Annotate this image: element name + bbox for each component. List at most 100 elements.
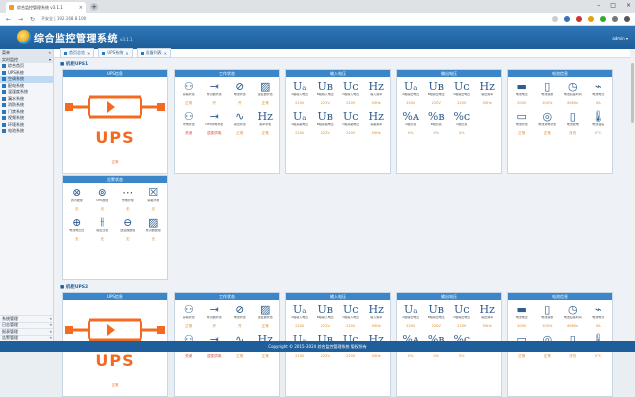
- extensions-bar: [552, 16, 630, 22]
- metric-cell: ⊗ 通讯故障无: [64, 185, 90, 213]
- ups-graphic: [65, 95, 165, 119]
- metric-value: 220V: [295, 131, 305, 135]
- metric-cell: ⇥UPS供电状态逆变供电: [202, 109, 228, 137]
- metric-value: 无: [100, 207, 105, 211]
- metric-icon: ⫲: [100, 215, 105, 228]
- close-icon[interactable]: ×: [164, 51, 167, 56]
- metric-label: 电池电流: [592, 316, 605, 319]
- metric-label: C相负载: [456, 123, 468, 126]
- panel-row: ▬ 电池电压 200V ▯ 电池容量 100% ◷ 电池后备时间 60Min ⌁ 电池电流 0A: [508, 77, 612, 107]
- sidebar-item-label: 电池系统: [8, 128, 24, 133]
- metric-value: 220V: [406, 101, 416, 105]
- metric-value: 0%: [407, 131, 414, 135]
- menu-item-icon: [2, 96, 6, 101]
- menu-icon[interactable]: [624, 16, 630, 22]
- metric-cell: ▯电池放电浮充: [560, 109, 586, 137]
- breadcrumb-tab[interactable]: 首页总览 ×: [60, 48, 95, 58]
- panel-title: 电池信息: [508, 70, 612, 77]
- metric-label: A相输入电压: [291, 93, 309, 96]
- metric-cell: UᴄC相旁路电压 220V: [338, 109, 364, 137]
- metric-value: 220V: [457, 324, 467, 328]
- metric-label: 逆变器故障: [120, 229, 136, 232]
- metric-icon: Uᴄ: [343, 302, 359, 316]
- panel-title: 输入电压: [286, 70, 390, 77]
- metric-cell: UₐA相旁路电压 220V: [287, 109, 313, 137]
- metric-label: 逆变器状态: [257, 316, 273, 319]
- new-tab-button[interactable]: +: [90, 3, 98, 11]
- metric-value: 221V: [320, 324, 330, 328]
- metric-cell: Uᴄ C相输入电压 220V: [338, 302, 364, 330]
- metric-value: 无: [151, 237, 156, 241]
- metric-label: 市电状态: [182, 123, 195, 126]
- back-icon[interactable]: ←: [5, 16, 12, 23]
- metric-cell: Uʙ B相输出电压 220V: [424, 302, 450, 330]
- close-tab-icon[interactable]: ×: [79, 5, 83, 11]
- sidebar-section-label: 实时监控: [2, 57, 18, 62]
- scrollbar[interactable]: [630, 49, 635, 341]
- metric-value: 0A: [595, 101, 601, 105]
- metric-value: 无: [74, 237, 79, 241]
- metric-value: 220V: [295, 324, 305, 328]
- profile-icon[interactable]: [612, 16, 618, 22]
- metric-icon: ▯: [544, 302, 551, 316]
- metric-cell: ◷ 电池后备时间 60Min: [560, 302, 586, 330]
- metric-cell: ▨ 整流器故障无: [141, 215, 167, 243]
- app-header: 综合监控管理系统 v3.1.1 admin ▾: [0, 26, 635, 49]
- sidebar-item[interactable]: 电池系统: [0, 128, 53, 135]
- star-icon[interactable]: [552, 16, 558, 22]
- user-menu[interactable]: admin ▾: [612, 36, 628, 41]
- metric-icon: Uᴄ: [454, 79, 470, 93]
- metric-value: 无: [125, 207, 130, 211]
- close-icon[interactable]: ×: [87, 51, 90, 56]
- metric-label: 电池容量: [541, 316, 554, 319]
- close-icon[interactable]: ×: [125, 51, 128, 56]
- scrollbar-thumb[interactable]: [631, 63, 634, 123]
- metric-label: 市电异常: [121, 199, 134, 202]
- panel-title: 输出电压: [397, 70, 501, 77]
- panel-ups: UPS信息 UPS 正常: [62, 69, 168, 174]
- extension-icon[interactable]: [588, 16, 594, 22]
- metric-label: 输出频率: [481, 93, 494, 96]
- metric-label: B相输入电压: [316, 316, 334, 319]
- metric-value: 220V: [406, 324, 416, 328]
- metric-cell: Uₐ A相输出电压 220V: [398, 79, 424, 107]
- extension-icon[interactable]: [576, 16, 582, 22]
- metric-value: 220V: [295, 354, 305, 358]
- reload-icon[interactable]: ↻: [29, 16, 36, 23]
- metric-value: 关闭: [185, 131, 193, 135]
- metric-cell: ▨ 逆变器状态 正常: [253, 302, 279, 330]
- metric-cell: [475, 109, 501, 137]
- metric-label: 整流器状态: [206, 316, 222, 319]
- collapse-icon[interactable]: «: [49, 49, 51, 56]
- metric-icon: ⋯: [122, 185, 134, 199]
- metric-icon: %ᴄ: [453, 109, 471, 123]
- browser-tab[interactable]: 综合监控管理系统 v3.1.1 ×: [6, 2, 86, 13]
- address-bar: ← → ↻ 不安全 | 192.168.8.100: [0, 13, 635, 26]
- metric-cell: ▭电池状态正常: [509, 109, 535, 137]
- metric-icon: Uᴄ: [454, 302, 470, 316]
- metric-value: 正常: [236, 354, 244, 358]
- forward-icon[interactable]: →: [17, 16, 24, 23]
- metric-value: 无: [100, 237, 105, 241]
- panel-title: 告警状态: [63, 176, 167, 183]
- close-window-icon[interactable]: ×: [626, 2, 631, 9]
- url-field[interactable]: 不安全 | 192.168.8.100: [41, 16, 86, 22]
- panel-alarm: 告警状态 ⊗ 通讯故障无 ⊚ UPS故障无 ⋯ 市电异常无 ☒ 旁路异常无 ⊕ 电池电压低无 ⫲ 输出过…: [62, 175, 168, 280]
- extension-icon[interactable]: [600, 16, 606, 22]
- menu-item-icon: [2, 116, 6, 121]
- panel-title: UPS信息: [63, 293, 167, 300]
- metric-icon: ◷: [567, 302, 578, 316]
- maximize-icon[interactable]: □: [610, 2, 616, 9]
- minimize-icon[interactable]: –: [597, 2, 600, 9]
- sidebar-section[interactable]: 实时监控 ▾: [0, 56, 53, 63]
- metric-cell: %ᴄC相负载 0%: [449, 109, 475, 137]
- metric-value: 60Min: [567, 101, 579, 105]
- metric-value: 220V: [457, 101, 467, 105]
- metric-cell: ⚇ 旁路状态 正常: [176, 302, 202, 330]
- metric-label: 电池电压: [515, 316, 528, 319]
- metric-icon: Hz: [257, 109, 273, 123]
- breadcrumb-tab[interactable]: 设备列表 ×: [136, 48, 171, 58]
- extension-icon[interactable]: [564, 16, 570, 22]
- breadcrumb-tab[interactable]: UPS系统 ×: [98, 48, 133, 58]
- metric-value: 220V: [431, 324, 441, 328]
